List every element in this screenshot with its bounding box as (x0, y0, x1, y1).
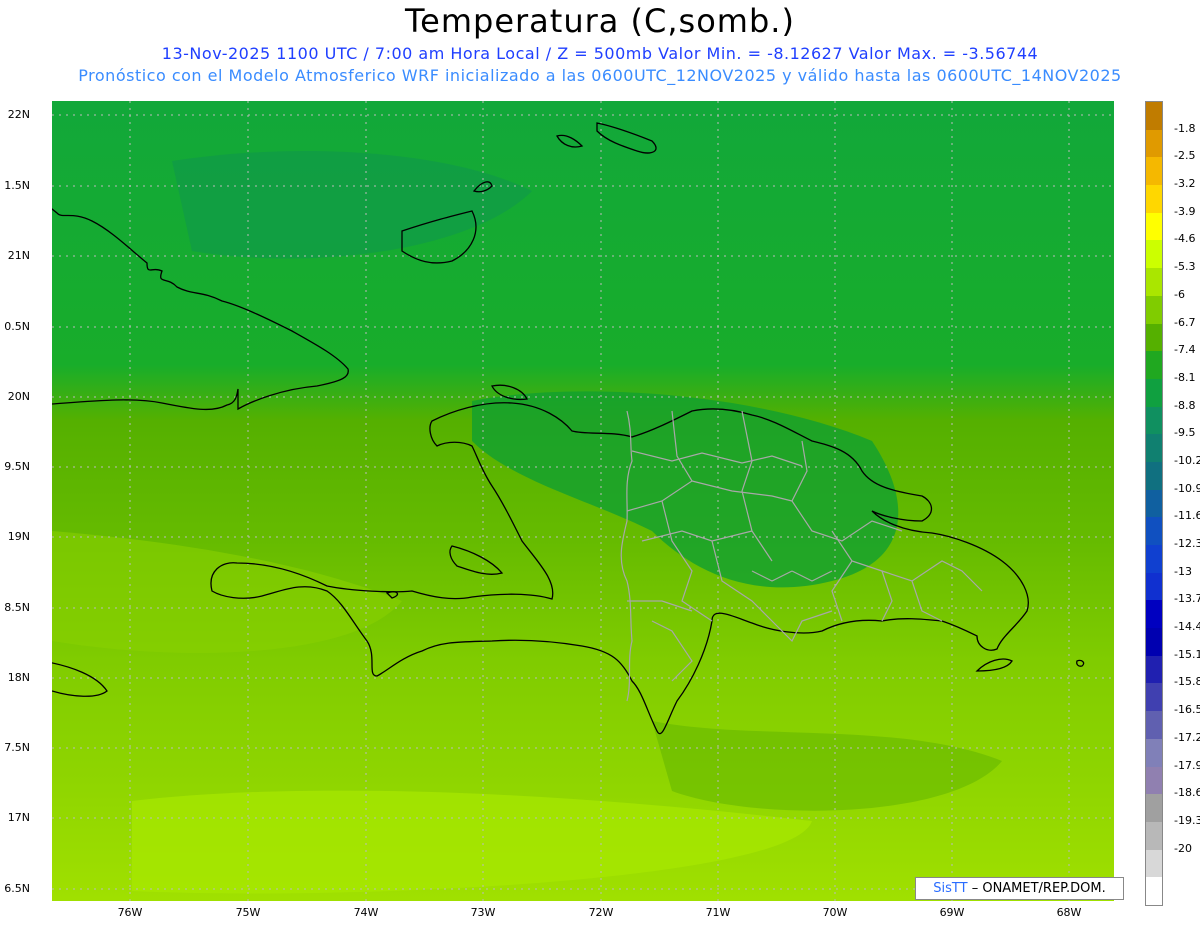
colorbar-swatch (1146, 766, 1162, 795)
colorbar-swatch (1146, 683, 1162, 712)
lat-label: 1.5N (4, 179, 30, 192)
colorbar-label: -15.8 (1174, 675, 1200, 689)
colorbar-swatch (1146, 461, 1162, 490)
colorbar-label: -7.4 (1174, 343, 1196, 357)
colorbar-label: -3.9 (1174, 204, 1196, 218)
lat-label: 17N (7, 811, 30, 824)
colorbar-label: -17.9 (1174, 758, 1200, 772)
colorbar-swatch (1146, 738, 1162, 767)
colorbar-swatch (1146, 378, 1162, 407)
colorbar-label: -19.3 (1174, 813, 1200, 827)
colorbar-label: -14.4 (1174, 620, 1200, 634)
colorbar-label: -6.7 (1174, 315, 1196, 329)
colorbar-label: -10.2 (1174, 453, 1200, 467)
credit-text: – ONAMET/REP.DOM. (971, 881, 1106, 896)
colorbar-swatch (1146, 572, 1162, 601)
colorbar (1145, 101, 1163, 906)
colorbar-swatch (1146, 711, 1162, 739)
colorbar-swatch (1146, 877, 1162, 905)
colorbar-swatch (1146, 434, 1162, 462)
colorbar-swatch (1146, 185, 1162, 213)
map-subtitle-model-info: Pronóstico con el Modelo Atmosferico WRF… (78, 66, 1122, 85)
colorbar-swatch (1146, 157, 1162, 186)
colorbar-label: -8.8 (1174, 398, 1196, 412)
colorbar-swatch (1146, 129, 1162, 158)
colorbar-swatch (1146, 351, 1162, 379)
colorbar-label: -4.6 (1174, 232, 1196, 246)
colorbar-label: -13.7 (1174, 592, 1200, 606)
colorbar-swatch (1146, 655, 1162, 684)
lat-label: 9.5N (4, 460, 30, 473)
colorbar-label: -9.5 (1174, 426, 1196, 440)
lon-label: 69W (939, 906, 965, 919)
colorbar-swatch (1146, 212, 1162, 241)
colorbar-label: -10.9 (1174, 481, 1200, 495)
temperature-map (52, 101, 1114, 901)
lon-label: 74W (353, 906, 379, 919)
colorbar-label: -5.3 (1174, 260, 1196, 274)
colorbar-swatch (1146, 545, 1162, 573)
colorbar-label: -8.1 (1174, 370, 1196, 384)
colorbar-label: -16.5 (1174, 703, 1200, 717)
credit-box: SisTT – ONAMET/REP.DOM. (915, 877, 1124, 900)
colorbar-swatch (1146, 295, 1162, 324)
lon-label: 73W (470, 906, 496, 919)
colorbar-swatch (1146, 406, 1162, 435)
colorbar-swatch (1146, 489, 1162, 518)
colorbar-label: -3.2 (1174, 177, 1196, 191)
lon-label: 72W (588, 906, 614, 919)
colorbar-label: -18.6 (1174, 786, 1200, 800)
colorbar-swatch (1146, 628, 1162, 656)
colorbar-swatch (1146, 794, 1162, 822)
lat-label: 18N (7, 671, 30, 684)
colorbar-label: -13 (1174, 564, 1192, 578)
lat-label: 20N (7, 390, 30, 403)
lat-label: 7.5N (4, 741, 30, 754)
colorbar-label: -6 (1174, 287, 1185, 301)
colorbar-label: -17.2 (1174, 730, 1200, 744)
lon-label: 76W (117, 906, 143, 919)
colorbar-label: -2.5 (1174, 149, 1196, 163)
lon-label: 68W (1056, 906, 1082, 919)
lat-label: 8.5N (4, 601, 30, 614)
lat-label: 22N (7, 108, 30, 121)
lat-label: 6.5N (4, 882, 30, 895)
map-subtitle-run-info: 13-Nov-2025 1100 UTC / 7:00 am Hora Loca… (161, 44, 1039, 63)
colorbar-swatch (1146, 102, 1162, 130)
colorbar-swatch (1146, 821, 1162, 850)
lat-label: 19N (7, 530, 30, 543)
lat-label: 0.5N (4, 320, 30, 333)
lon-label: 75W (235, 906, 261, 919)
colorbar-label: -11.6 (1174, 509, 1200, 523)
colorbar-label: -15.1 (1174, 647, 1200, 661)
lon-label: 71W (705, 906, 731, 919)
colorbar-swatch (1146, 517, 1162, 545)
colorbar-label: -20 (1174, 841, 1192, 855)
map-title: Temperatura (C,somb.) (405, 2, 795, 40)
lon-label: 70W (822, 906, 848, 919)
colorbar-swatch (1146, 323, 1162, 352)
colorbar-swatch (1146, 600, 1162, 629)
colorbar-label: -1.8 (1174, 121, 1196, 135)
sistt-logo: SisTT (933, 881, 968, 896)
lat-label: 21N (7, 249, 30, 262)
colorbar-swatch (1146, 240, 1162, 269)
colorbar-swatch (1146, 268, 1162, 296)
colorbar-swatch (1146, 849, 1162, 878)
colorbar-label: -12.3 (1174, 537, 1200, 551)
